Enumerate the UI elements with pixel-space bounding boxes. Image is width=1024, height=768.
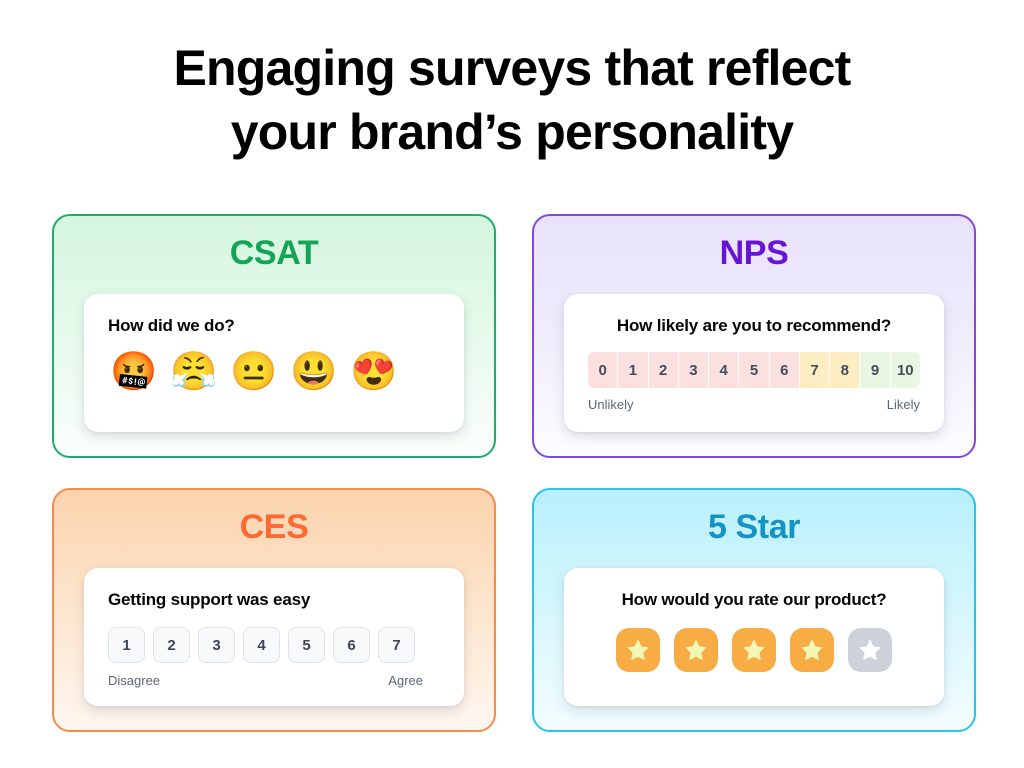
survey-card-grid: CSAT How did we do? 🤬 😤 😐 😃 😍 NPS How li… (52, 214, 976, 732)
nps-scale: 0 1 2 3 4 5 6 7 8 9 10 (588, 352, 920, 388)
nps-option-8[interactable]: 8 (830, 352, 861, 388)
nps-option-4[interactable]: 4 (709, 352, 740, 388)
ces-low-label: Disagree (108, 673, 161, 688)
nps-option-7[interactable]: 7 (799, 352, 831, 388)
star-icon-5[interactable] (848, 628, 892, 672)
ces-option-5[interactable]: 5 (288, 627, 325, 663)
star-rating-row (588, 628, 920, 672)
ces-option-3[interactable]: 3 (198, 627, 235, 663)
ces-option-6[interactable]: 6 (333, 627, 370, 663)
nps-card-title: NPS (719, 234, 789, 272)
survey-card-nps: NPS How likely are you to recommend? 0 1… (532, 214, 976, 458)
ces-option-2[interactable]: 2 (153, 627, 190, 663)
nps-low-label: Unlikely (588, 397, 634, 412)
grinning-face-emoji[interactable]: 😃 (290, 353, 337, 397)
ces-option-7[interactable]: 7 (378, 627, 415, 663)
ces-option-1[interactable]: 1 (108, 627, 145, 663)
nps-option-10[interactable]: 10 (890, 352, 920, 388)
star-icon-1[interactable] (616, 628, 660, 672)
nps-survey-widget: How likely are you to recommend? 0 1 2 3… (564, 294, 944, 432)
nps-option-0[interactable]: 0 (588, 352, 619, 388)
nps-scale-labels: Unlikely Likely (588, 397, 920, 412)
ces-survey-widget: Getting support was easy 1 2 3 4 5 6 7 D… (84, 568, 464, 706)
csat-question: How did we do? (108, 316, 235, 335)
page-title-line-1: Engaging surveys that reflect (173, 40, 852, 96)
csat-survey-widget: How did we do? 🤬 😤 😐 😃 😍 (84, 294, 464, 432)
ces-card-title: CES (239, 508, 309, 546)
nps-option-6[interactable]: 6 (769, 352, 800, 388)
csat-emoji-rating-row: 🤬 😤 😐 😃 😍 (108, 353, 440, 397)
nps-question: How likely are you to recommend? (616, 316, 892, 335)
ces-option-4[interactable]: 4 (243, 627, 280, 663)
face-with-steam-from-nose-emoji[interactable]: 😤 (170, 353, 217, 397)
cursing-face-emoji[interactable]: 🤬 (110, 353, 157, 397)
survey-card-ces: CES Getting support was easy 1 2 3 4 5 6… (52, 488, 496, 732)
star-icon-4[interactable] (790, 628, 834, 672)
star-icon-3[interactable] (732, 628, 776, 672)
ces-question: Getting support was easy (108, 590, 311, 609)
page-title: Engaging surveys that reflect your brand… (0, 36, 1024, 164)
survey-showcase-page: Engaging surveys that reflect your brand… (0, 0, 1024, 768)
star-card-title: 5 Star (707, 508, 801, 546)
nps-scale-wrap: 0 1 2 3 4 5 6 7 8 9 10 Unlikely Likely (588, 352, 920, 412)
csat-card-title: CSAT (229, 234, 319, 272)
star-survey-widget: How would you rate our product? (564, 568, 944, 706)
nps-option-9[interactable]: 9 (860, 352, 891, 388)
nps-option-1[interactable]: 1 (618, 352, 649, 388)
nps-option-3[interactable]: 3 (678, 352, 710, 388)
page-title-line-2: your brand’s personality (230, 104, 794, 160)
nps-option-2[interactable]: 2 (648, 352, 679, 388)
star-icon-2[interactable] (674, 628, 718, 672)
survey-card-csat: CSAT How did we do? 🤬 😤 😐 😃 😍 (52, 214, 496, 458)
neutral-face-emoji[interactable]: 😐 (230, 353, 277, 397)
nps-high-label: Likely (886, 397, 920, 412)
heart-eyes-face-emoji[interactable]: 😍 (350, 353, 397, 397)
ces-scale: 1 2 3 4 5 6 7 (108, 627, 440, 663)
ces-high-label: Agree (388, 673, 423, 688)
survey-card-5-star: 5 Star How would you rate our product? (532, 488, 976, 732)
ces-scale-labels: Disagree Agree (108, 673, 423, 688)
star-question: How would you rate our product? (621, 590, 887, 609)
nps-option-5[interactable]: 5 (739, 352, 770, 388)
